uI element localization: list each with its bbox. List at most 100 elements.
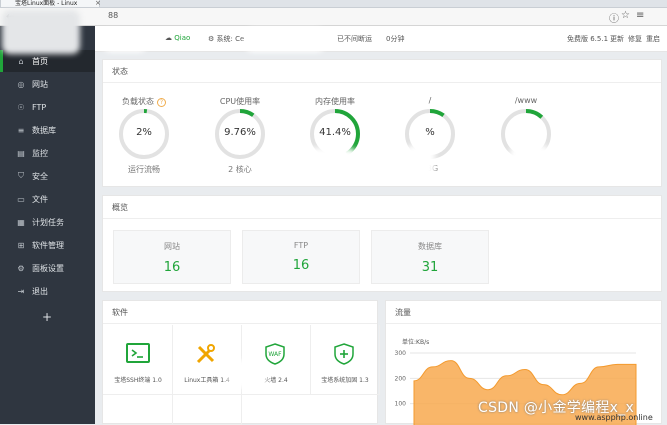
terminal-icon — [126, 343, 150, 368]
gear-icon: ⚙ — [208, 35, 215, 43]
sidebar-item-10[interactable]: ⇥ 退出 — [0, 280, 95, 302]
gauge-label: 负载状态? — [117, 96, 171, 107]
update-link[interactable]: 更新 — [610, 34, 624, 44]
gauge-label-text: 负载状态 — [122, 97, 154, 106]
uptime-tail: 0分钟 — [386, 35, 405, 43]
add-nav-button[interactable]: + — [42, 310, 52, 324]
gauge-0[interactable]: 负载状态? 2% 运行流畅 — [117, 96, 171, 175]
overview-card-1[interactable]: FTP 16 — [242, 230, 360, 284]
status-panel: 状态 负载状态?2%运行流畅CPU使用率9.76%2 核心内存使用率41.4%B… — [102, 59, 662, 187]
sidebar-item-9[interactable]: ⚙ 面板设置 — [0, 257, 95, 279]
overview-card-0[interactable]: 网站 16 — [113, 230, 231, 284]
software-name: 宝塔SSH终端 1.0 — [114, 377, 162, 384]
redaction-blur — [245, 28, 325, 52]
gauge-value: 2% — [136, 127, 152, 138]
sidebar-item-2[interactable]: ☉ FTP — [0, 96, 95, 118]
address-bar: ← 88 ⓘ ☆ ≡ — [0, 8, 667, 26]
shield-plus-icon — [333, 343, 355, 368]
gauge-label-text: /www — [514, 96, 538, 105]
gauge-label-text: 内存使用率 — [315, 97, 355, 106]
gauge-label: 内存使用率 — [308, 96, 362, 107]
gauge-1[interactable]: CPU使用率 9.76% 2 核心 — [213, 96, 267, 175]
redaction-blur — [300, 148, 358, 180]
redaction-blur — [228, 360, 266, 388]
software-tile-0[interactable]: 宝塔SSH终端 1.0 — [103, 325, 173, 395]
sidebar-item-label: 监控 — [32, 148, 48, 158]
browser-tab-title: 宝塔Linux面板 - Linux — [15, 0, 78, 7]
card-value: 16 — [292, 258, 310, 273]
status-title: 状态 — [103, 60, 661, 83]
star-icon[interactable]: ☆ — [621, 10, 630, 21]
restart-link[interactable]: 重启 — [646, 34, 660, 44]
menu-icon[interactable]: ≡ — [636, 10, 644, 21]
waf-icon: WAF — [264, 343, 286, 368]
sidebar-item-label: 文件 — [32, 194, 48, 204]
sidebar-item-3[interactable]: ≡ 数据库 — [0, 119, 95, 141]
info-icon[interactable]: ⓘ — [609, 10, 619, 25]
top-info-bar: ☁ Qiao ⚙ 系统: Ce 已不间断运 0分钟 免费版 6.5.1 更新 修… — [95, 26, 667, 52]
ftp-icon: ☉ — [17, 102, 25, 112]
traffic-title: 流量 — [386, 301, 661, 324]
folder-icon: ▭ — [17, 194, 25, 204]
software-tile-partial[interactable] — [103, 395, 173, 425]
redaction-blur — [2, 10, 80, 54]
gauge-value: 41.4% — [319, 127, 351, 138]
sidebar-item-1[interactable]: ◎ 网站 — [0, 73, 95, 95]
sidebar-item-5[interactable]: ⛉ 安全 — [0, 165, 95, 187]
cloud-icon: ☁ — [165, 34, 172, 42]
repair-link[interactable]: 修复 — [628, 34, 642, 44]
url-field[interactable]: 88 — [108, 11, 118, 20]
software-name: 宝塔系统加固 1.3 — [321, 377, 369, 384]
gauge-label-text: CPU使用率 — [219, 97, 261, 106]
card-label: 数据库 — [418, 242, 442, 251]
gauge-label-text: / — [428, 96, 432, 105]
card-label: FTP — [293, 241, 309, 250]
globe-icon: ◎ — [17, 79, 25, 89]
overview-title: 概览 — [103, 196, 661, 219]
redaction-blur — [103, 30, 147, 52]
svg-text:WAF: WAF — [268, 351, 282, 358]
chart-y-tick: 200 — [395, 375, 407, 382]
sidebar-item-4[interactable]: ▤ 监控 — [0, 142, 95, 164]
sidebar-item-6[interactable]: ▭ 文件 — [0, 188, 95, 210]
version-label: 免费版 6.5.1 — [567, 35, 609, 43]
shield-icon: ⛉ — [18, 171, 24, 180]
gauge-label: CPU使用率 — [213, 96, 267, 107]
sidebar-item-label: 首页 — [32, 56, 48, 66]
sidebar-item-label: 数据库 — [32, 125, 56, 135]
chart-y-tick: 100 — [395, 401, 407, 408]
gauge-value: % — [425, 127, 435, 138]
monitor-icon: ▤ — [17, 148, 25, 158]
card-label: 网站 — [164, 242, 180, 251]
uptime-info: 已不间断运 — [337, 35, 372, 43]
sidebar-item-7[interactable]: ▦ 计划任务 — [0, 211, 95, 233]
sidebar-item-label: 计划任务 — [32, 217, 64, 227]
software-tile-partial[interactable] — [172, 395, 242, 425]
card-value: 31 — [421, 260, 439, 275]
tab-close-icon[interactable]: × — [95, 0, 101, 7]
overview-panel: 概览 网站 16 FTP 16 数据库 31 — [102, 195, 662, 292]
sidebar-item-label: FTP — [32, 102, 47, 112]
redaction-blur — [510, 145, 550, 179]
logout-icon: ⇥ — [17, 286, 25, 296]
system-info: ⚙ 系统: Ce — [208, 35, 245, 43]
tools-icon — [195, 343, 217, 368]
home-icon: ⌂ — [18, 56, 24, 66]
apps-icon: ⊞ — [17, 240, 25, 250]
card-value: 16 — [163, 260, 181, 275]
redaction-blur — [405, 145, 435, 179]
sidebar-item-label: 面板设置 — [32, 263, 64, 273]
sidebar: ⌂ 首页 ◎ 网站 ☉ FTP ≡ 数据库 ▤ 监控 ⛉ 安全 ▭ 文件 ▦ 计划任务 ⊞ 软件管理 ⚙ 面板设置 ⇥ 退… — [0, 26, 95, 424]
help-icon[interactable]: ? — [157, 98, 166, 107]
user-info: ☁ Qiao — [165, 34, 190, 42]
gauge-sub: 运行流畅 — [128, 165, 160, 174]
gauge-label: / — [403, 96, 457, 107]
settings-icon: ⚙ — [17, 263, 25, 273]
software-tile-3[interactable]: 宝塔系统加固 1.3 — [310, 325, 380, 395]
overview-card-2[interactable]: 数据库 31 — [371, 230, 489, 284]
username: Qiao — [174, 34, 191, 42]
software-title: 软件 — [103, 301, 377, 324]
browser-tab[interactable]: 宝塔Linux面板 - Linux × — [0, 0, 101, 8]
sidebar-item-8[interactable]: ⊞ 软件管理 — [0, 234, 95, 256]
browser-tab-bar: 宝塔Linux面板 - Linux × — [0, 0, 667, 8]
